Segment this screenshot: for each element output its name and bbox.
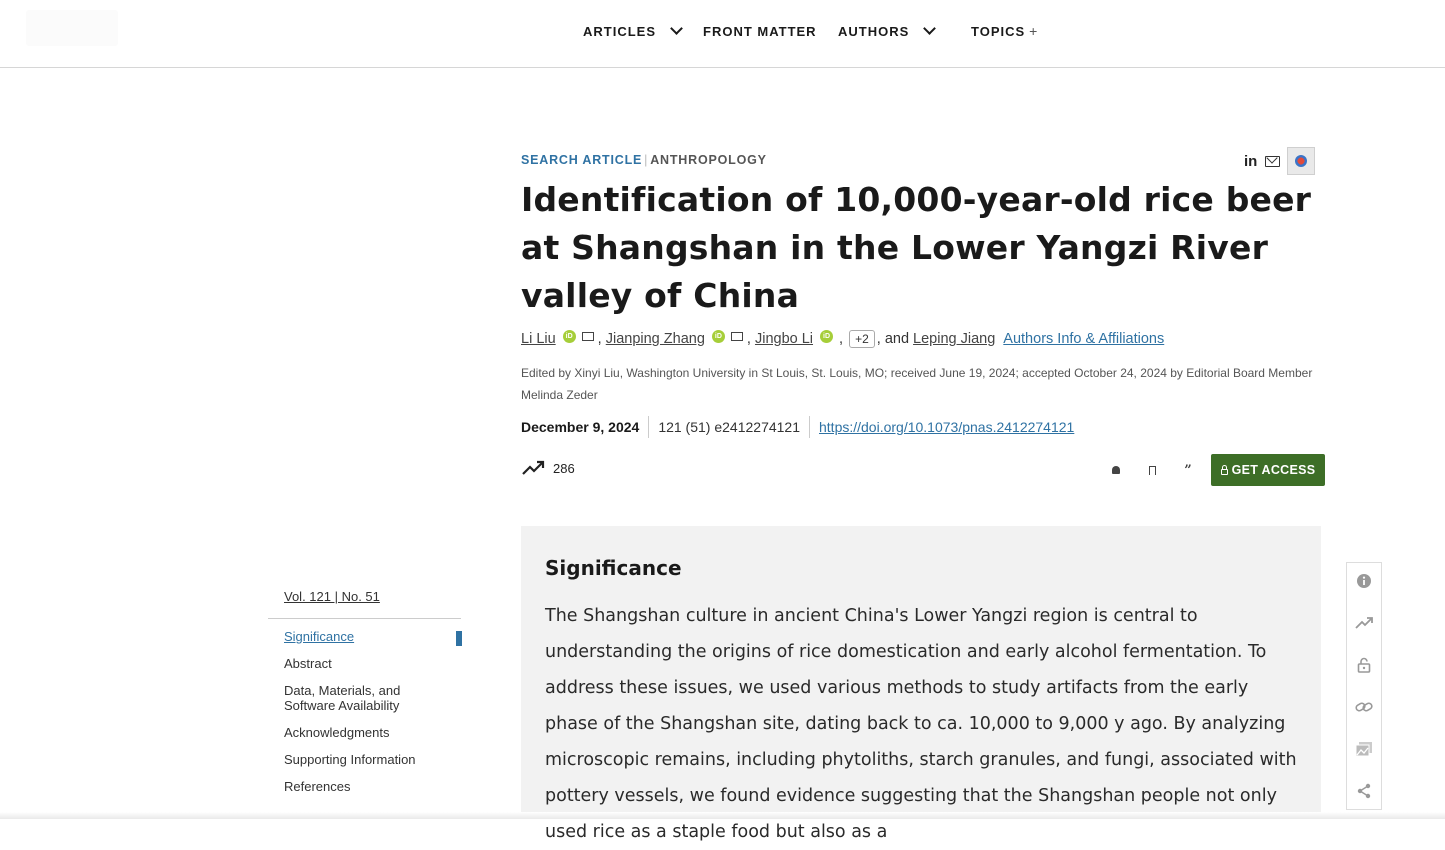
toc-item-abstract[interactable]: Abstract	[284, 656, 474, 671]
toc-item-acknowledgments[interactable]: Acknowledgments	[284, 725, 474, 740]
lock-icon[interactable]	[1354, 655, 1374, 675]
nav-front-matter[interactable]: FRONT MATTER	[703, 22, 817, 40]
email-icon[interactable]	[730, 331, 743, 341]
get-access-button[interactable]: GET ACCESS	[1211, 454, 1325, 486]
publication-meta: December 9, 2024 121 (51) e2412274121 ht…	[521, 416, 1074, 438]
nav-authors[interactable]: AUTHORS	[838, 22, 937, 40]
image-icon[interactable]	[1354, 739, 1374, 759]
toc-active-marker	[456, 631, 462, 646]
toc-item-data-availability[interactable]: Data, Materials, and Software Availabili…	[284, 683, 414, 713]
publication-date: December 9, 2024	[521, 419, 640, 435]
cite-button[interactable]: ”	[1177, 459, 1199, 481]
citation: 121 (51) e2412274121	[658, 419, 800, 435]
significance-section: Significance The Shangshan culture in an…	[521, 526, 1321, 842]
author-link[interactable]: Leping Jiang	[913, 331, 995, 347]
orcid-icon[interactable]: iD	[711, 329, 725, 343]
nav-authors-label: AUTHORS	[838, 23, 910, 39]
divider	[809, 416, 810, 438]
main-nav: ARTICLES FRONT MATTER AUTHORS TOPICS +	[0, 22, 1445, 42]
alerts-button[interactable]	[1105, 459, 1127, 481]
nav-front-matter-label: FRONT MATTER	[703, 23, 817, 39]
author-and: , and	[876, 331, 910, 347]
site-header: ARTICLES FRONT MATTER AUTHORS TOPICS +	[0, 0, 1445, 68]
email-share-icon[interactable]	[1265, 155, 1281, 167]
author-link[interactable]: Jingbo Li	[755, 331, 813, 347]
chevron-down-icon	[670, 22, 683, 35]
article-tools: ” GET ACCESS	[1105, 454, 1325, 486]
trending-up-icon	[522, 460, 545, 475]
table-of-contents: Significance Abstract Data, Materials, a…	[284, 629, 474, 806]
doi-link[interactable]: https://doi.org/10.1073/pnas.2412274121	[819, 419, 1074, 435]
more-authors-button[interactable]: +2	[849, 330, 875, 348]
trending-up-icon[interactable]	[1354, 613, 1374, 633]
share-icon[interactable]	[1354, 781, 1374, 801]
bookmark-icon	[1148, 465, 1156, 475]
article-title: Identification of 10,000-year-old rice b…	[521, 180, 1312, 315]
author-link[interactable]: Li Liu	[521, 331, 556, 347]
chevron-down-icon	[923, 22, 937, 35]
authors-affiliations-link[interactable]: Authors Info & Affiliations	[1003, 331, 1164, 347]
nav-topics-label: TOPICS	[971, 23, 1026, 39]
bookmark-button[interactable]	[1141, 459, 1163, 481]
toc-item-supporting-information[interactable]: Supporting Information	[284, 752, 474, 767]
author-list: Li Liu iD , Jianping Zhang iD , Jingbo L…	[521, 329, 1164, 348]
kicker-separator: |	[644, 153, 649, 167]
quote-icon: ”	[1184, 462, 1192, 478]
orcid-icon[interactable]: iD	[562, 329, 576, 343]
toc-divider	[268, 618, 461, 619]
check-for-updates-icon[interactable]	[1287, 147, 1316, 175]
author-link[interactable]: Jianping Zhang	[606, 331, 705, 347]
article-kicker: SEARCH ARTICLE | ANTHROPOLOGY	[521, 153, 767, 167]
volume-link[interactable]: Vol. 121 | No. 51	[284, 589, 380, 604]
orcid-icon[interactable]: iD	[820, 329, 834, 343]
author-separator: ,	[597, 331, 602, 347]
metric-count: 286	[553, 460, 575, 476]
article-type-link[interactable]: SEARCH ARTICLE	[521, 153, 642, 167]
nav-topics[interactable]: TOPICS +	[971, 22, 1038, 40]
toc-item-references[interactable]: References	[284, 779, 474, 794]
email-icon[interactable]	[581, 331, 594, 341]
get-access-label: GET ACCESS	[1231, 463, 1316, 477]
nav-articles-label: ARTICLES	[583, 23, 656, 39]
lock-icon	[1220, 464, 1228, 475]
bell-icon	[1112, 466, 1120, 474]
nav-articles[interactable]: ARTICLES	[583, 22, 683, 40]
significance-heading: Significance	[545, 556, 682, 580]
info-icon[interactable]	[1354, 571, 1374, 591]
author-separator: ,	[746, 331, 751, 347]
author-separator: ,	[839, 331, 844, 347]
article-metrics[interactable]: 286	[521, 459, 575, 477]
article-topic-link[interactable]: ANTHROPOLOGY	[650, 153, 767, 167]
bottom-shadow	[0, 812, 1445, 819]
editorial-info: Edited by Xinyi Liu, Washington Universi…	[521, 366, 1313, 402]
plus-icon: +	[1029, 23, 1039, 39]
linkedin-icon[interactable]: in	[1244, 153, 1257, 170]
right-toolbar	[1346, 562, 1382, 810]
share-bar: in	[1244, 147, 1316, 175]
divider	[648, 416, 650, 438]
toc-item-significance[interactable]: Significance	[284, 629, 474, 644]
link-icon[interactable]	[1354, 697, 1374, 717]
